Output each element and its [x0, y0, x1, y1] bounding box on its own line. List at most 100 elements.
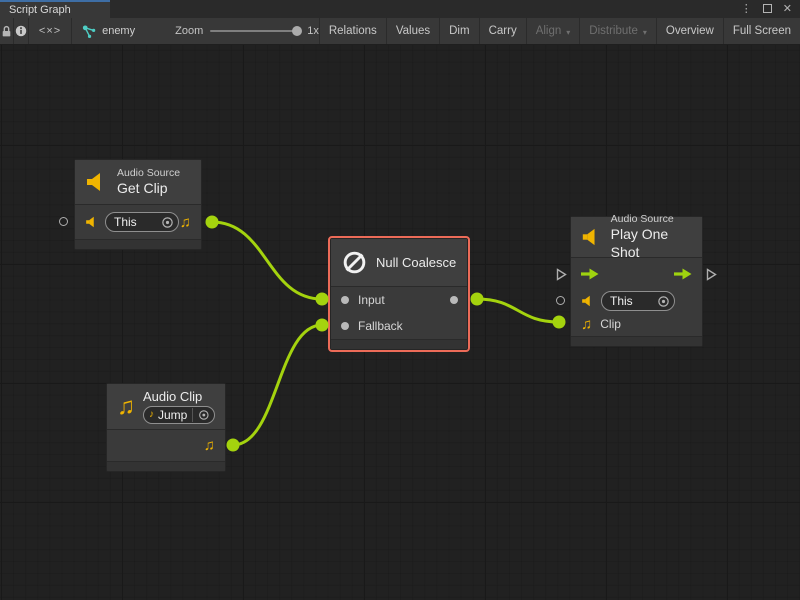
button-label: Values — [396, 25, 430, 37]
zoom-slider-handle[interactable] — [292, 26, 302, 36]
this-input-port[interactable] — [59, 217, 68, 226]
toolbar-button-carry[interactable]: Carry — [479, 18, 526, 44]
clip-object-field[interactable]: ♪ Jump — [143, 406, 215, 424]
toolbar-button-overview[interactable]: Overview — [656, 18, 723, 44]
exec-input-port[interactable] — [556, 268, 567, 281]
lock-button[interactable] — [0, 18, 14, 44]
info-icon — [14, 24, 28, 38]
wire-endpoint-dot — [227, 439, 240, 452]
this-object-field[interactable]: This — [105, 212, 179, 232]
chevron-down-icon: ▾ — [566, 26, 570, 37]
wire-endpoint-dot — [206, 216, 219, 229]
connection-wire — [477, 299, 559, 322]
field-value: Jump — [158, 408, 187, 423]
inspector-button[interactable] — [14, 18, 29, 44]
node-header: ♫ Audio Clip ♪ Jump — [107, 384, 225, 430]
note-icon: ♪ — [149, 409, 154, 422]
node-category: Audio Source — [117, 167, 180, 180]
node-get-clip[interactable]: Audio Source Get Clip This ♫ — [74, 159, 202, 250]
lock-icon — [0, 25, 13, 38]
maximize-icon[interactable] — [763, 0, 772, 18]
zoom-label: Zoom — [175, 25, 203, 37]
exec-in-arrow-icon — [581, 268, 599, 280]
node-header: Audio Source Play One Shot — [571, 217, 702, 258]
field-value: This — [610, 294, 653, 308]
fallback-port-row: Fallback — [331, 313, 467, 339]
code-preview-button[interactable]: <×> — [29, 18, 72, 44]
toolbar-button-distribute[interactable]: Distribute ▾ — [579, 18, 656, 44]
code-icon: <×> — [39, 25, 61, 37]
audio-clip-type-icon: ♫ — [581, 316, 592, 333]
audio-clip-type-icon: ♫ — [204, 437, 215, 454]
this-port-row: This — [571, 290, 702, 312]
clip-port-row: ♫ Clip — [571, 312, 702, 336]
connection-wire — [233, 325, 322, 445]
object-picker-icon[interactable] — [161, 216, 174, 229]
wire-endpoint-dot — [316, 293, 329, 306]
port-label: Fallback — [358, 319, 403, 333]
button-label: Relations — [329, 25, 377, 37]
breadcrumb[interactable]: enemy — [72, 18, 147, 44]
tab-title: Script Graph — [9, 4, 71, 16]
toolbar-buttons: Relations Values Dim Carry Align ▾ Distri… — [319, 18, 800, 44]
wire-endpoint-dot — [471, 293, 484, 306]
toolbar-button-values[interactable]: Values — [386, 18, 439, 44]
button-label: Align — [536, 25, 562, 37]
input-port-row: Input — [331, 287, 467, 313]
button-label: Carry — [489, 25, 517, 37]
node-footer — [75, 239, 201, 249]
object-picker-icon[interactable] — [657, 295, 670, 308]
kebab-menu-icon[interactable]: ⋮ — [741, 4, 752, 15]
node-footer — [331, 339, 467, 349]
node-category: Audio Source — [611, 213, 692, 226]
field-divider — [192, 408, 193, 422]
node-header: Audio Source Get Clip — [75, 160, 201, 205]
button-label: Overview — [666, 25, 714, 37]
script-graph-window: Script Graph ⋮ ✕ <×> — [0, 0, 800, 600]
node-title: Null Coalesce — [376, 255, 456, 270]
node-footer — [571, 336, 702, 346]
port-label: Input — [358, 293, 385, 307]
button-label: Distribute — [589, 25, 638, 37]
node-header: Null Coalesce — [331, 239, 467, 287]
wire-endpoint-dot — [553, 316, 566, 329]
result-output-port[interactable] — [450, 296, 458, 304]
audio-source-icon — [581, 294, 595, 308]
node-title: Audio Clip — [143, 389, 215, 405]
button-label: Full Screen — [733, 25, 791, 37]
connection-wire — [212, 222, 322, 299]
toolbar-button-dim[interactable]: Dim — [439, 18, 478, 44]
toolbar-button-relations[interactable]: Relations — [319, 18, 386, 44]
exec-output-port[interactable] — [706, 268, 717, 281]
close-icon[interactable]: ✕ — [783, 4, 792, 15]
window-controls: ⋮ ✕ — [741, 0, 800, 18]
exec-flow-row — [571, 258, 702, 290]
this-object-field[interactable]: This — [601, 291, 675, 311]
graph-canvas[interactable]: Audio Source Get Clip This ♫ — [0, 45, 800, 600]
zoom-value: 1x — [305, 25, 319, 37]
zoom-slider[interactable] — [210, 30, 298, 32]
maximize-glyph — [763, 4, 772, 13]
node-title: Play One Shot — [611, 226, 692, 261]
fallback-port[interactable] — [341, 322, 349, 330]
audio-source-icon — [85, 170, 109, 194]
graph-icon — [82, 25, 96, 38]
audio-clip-type-icon: ♫ — [180, 214, 191, 231]
tab-script-graph[interactable]: Script Graph — [0, 0, 110, 18]
node-title: Get Clip — [117, 180, 180, 198]
node-play-one-shot[interactable]: Audio Source Play One Shot — [570, 216, 703, 347]
button-label: Dim — [449, 25, 469, 37]
node-null-coalesce[interactable]: Null Coalesce Input Fallback — [330, 238, 468, 350]
value-output-row: ♫ — [107, 430, 225, 461]
this-input-port[interactable] — [556, 296, 565, 305]
chevron-down-icon: ▾ — [643, 26, 647, 37]
object-picker-icon[interactable] — [198, 409, 210, 421]
audio-clip-icon: ♫ — [117, 393, 135, 421]
port-label: Clip — [600, 317, 621, 331]
toolbar-button-align[interactable]: Align ▾ — [526, 18, 580, 44]
toolbar-button-fullscreen[interactable]: Full Screen — [723, 18, 800, 44]
node-audio-clip[interactable]: ♫ Audio Clip ♪ Jump ♫ — [106, 383, 226, 472]
input-port[interactable] — [341, 296, 349, 304]
tab-bar: Script Graph ⋮ ✕ — [0, 0, 800, 18]
this-port-row: This ♫ — [75, 205, 201, 239]
